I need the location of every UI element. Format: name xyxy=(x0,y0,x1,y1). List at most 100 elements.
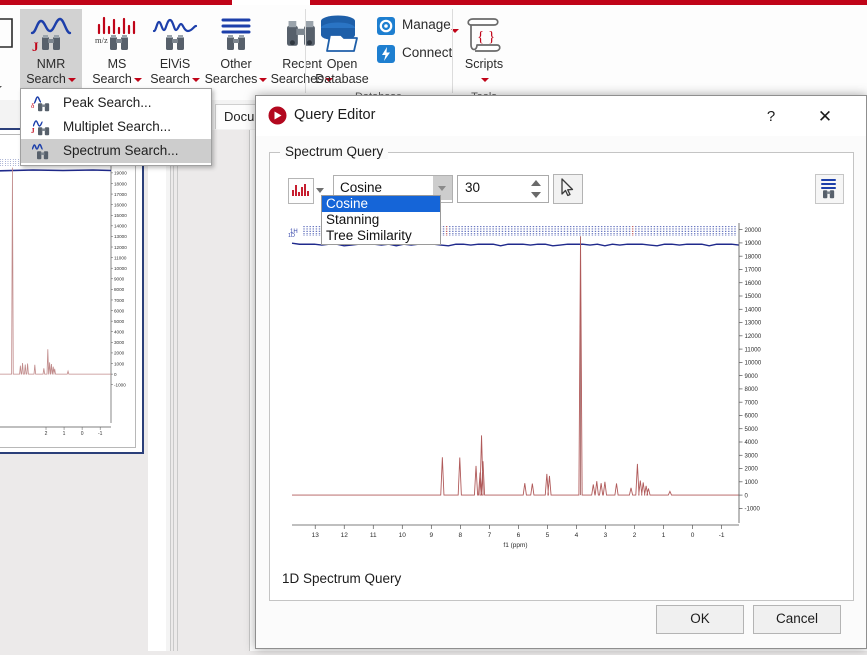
chevron-down-icon[interactable] xyxy=(67,77,76,82)
svg-text:16000: 16000 xyxy=(114,202,127,207)
svg-text:4000: 4000 xyxy=(745,440,759,446)
ribbon-button-manage[interactable]: Manage xyxy=(376,13,459,39)
svg-text:0: 0 xyxy=(691,532,695,539)
ribbon-button-open-database[interactable]: Open Database xyxy=(310,9,374,93)
workspace-divider-2 xyxy=(173,130,174,655)
ribbon-button-connect-label: Connect xyxy=(402,45,453,60)
svg-text:-1: -1 xyxy=(98,431,103,437)
spectrum-search-icon xyxy=(31,142,51,160)
svg-text:3: 3 xyxy=(604,532,608,539)
help-icon[interactable]: ? xyxy=(756,104,786,130)
y-axis-ticks: -1000 0 1000 2000 3000 4000 5000 6000 7000 8000 90… xyxy=(739,228,762,513)
svg-text:4000: 4000 xyxy=(114,330,125,335)
svg-text:17000: 17000 xyxy=(745,268,762,274)
workspace-divider-1 xyxy=(170,130,171,655)
sample-spectrum-trace xyxy=(291,236,740,496)
spectrum-type-icon[interactable] xyxy=(288,178,314,204)
spectrum-type-dropdown-arrow[interactable] xyxy=(316,188,324,193)
svg-text:J: J xyxy=(31,127,35,135)
svg-text:15000: 15000 xyxy=(114,213,127,218)
peak-search-icon: δ xyxy=(31,94,51,112)
dropdown-option-stanning[interactable]: Stanning xyxy=(322,212,440,228)
svg-text:-1: -1 xyxy=(719,532,725,539)
spectrum-chart[interactable]: 1D -1000 0 1000 2000 3000 4000 5000 6000 7000 800… xyxy=(284,215,839,560)
svg-text:1: 1 xyxy=(63,431,66,437)
ribbon-edge-caret[interactable] xyxy=(0,79,2,97)
spinner-down-icon[interactable] xyxy=(531,192,541,198)
cancel-button[interactable]: Cancel xyxy=(753,605,841,634)
svg-text:6000: 6000 xyxy=(745,414,759,420)
svg-text:12: 12 xyxy=(341,532,349,539)
dropdown-option-cosine[interactable]: Cosine xyxy=(322,196,440,212)
menu-item-peak-search[interactable]: δ Peak Search... xyxy=(21,91,211,115)
workspace-white-col-a xyxy=(148,130,166,655)
menu-item-spectrum-search-label: Spectrum Search... xyxy=(63,143,179,158)
workspace-divider-4 xyxy=(249,130,250,655)
svg-text:14000: 14000 xyxy=(745,307,762,313)
svg-text:13: 13 xyxy=(312,532,320,539)
ribbon-button-open-database-label: Open Database xyxy=(315,57,369,86)
svg-text:{ }: { } xyxy=(477,29,495,45)
svg-text:2000: 2000 xyxy=(114,351,125,356)
other-search-button[interactable] xyxy=(815,174,844,204)
svg-text:6: 6 xyxy=(517,532,521,539)
other-searches-icon xyxy=(821,179,836,199)
threshold-value: 30 xyxy=(465,180,481,195)
spinner-buttons[interactable] xyxy=(530,178,542,200)
bottom-edge xyxy=(0,651,867,655)
svg-text:12000: 12000 xyxy=(114,245,127,250)
ok-button[interactable]: OK xyxy=(656,605,744,634)
svg-text:11: 11 xyxy=(370,532,377,539)
other-searches-icon xyxy=(201,13,271,55)
spinner-up-icon[interactable] xyxy=(531,180,541,186)
database-open-icon xyxy=(310,13,374,55)
menu-item-spectrum-search[interactable]: Spectrum Search... xyxy=(21,139,211,163)
svg-text:J: J xyxy=(32,39,39,54)
multiplet-search-icon: J xyxy=(31,118,51,136)
ribbon-button-nmr-search-label: NMR Search xyxy=(16,57,86,87)
ribbon-group-search: J NMR Search m/z MS Search ElViS Search … xyxy=(18,5,334,100)
spectrum-chart-svg: 1D -100001000200030004000500060007000800… xyxy=(288,223,762,549)
app-window: -1000 0 1000 2000 3000 4000 5000 6000 7000 8000 90… xyxy=(0,0,867,655)
workspace-divider-3 xyxy=(177,130,178,655)
ribbon-button-connect[interactable]: Connect xyxy=(376,41,456,67)
svg-text:8: 8 xyxy=(459,532,463,539)
threshold-spinner[interactable]: 30 xyxy=(457,175,549,203)
svg-text:5000: 5000 xyxy=(745,427,759,433)
svg-text:1000: 1000 xyxy=(745,480,759,486)
chevron-down-icon[interactable] xyxy=(481,77,489,82)
similarity-function-value: Cosine xyxy=(340,180,383,195)
svg-text:15000: 15000 xyxy=(745,294,762,300)
trace-label-1h: 1H xyxy=(290,229,298,235)
cursor-tool-button[interactable] xyxy=(553,174,583,204)
svg-text:m/z: m/z xyxy=(95,35,108,45)
svg-text:14000: 14000 xyxy=(114,224,127,229)
svg-text:3000: 3000 xyxy=(114,340,125,345)
ribbon-edge-button[interactable]: le xyxy=(0,9,14,93)
close-icon[interactable]: ✕ xyxy=(809,102,841,132)
svg-text:10: 10 xyxy=(399,532,407,539)
dropdown-option-tree-similarity[interactable]: Tree Similarity xyxy=(322,228,440,244)
svg-text:8000: 8000 xyxy=(745,387,759,393)
svg-text:7: 7 xyxy=(488,532,492,539)
ribbon-button-scripts-label: Scripts xyxy=(449,57,519,87)
mnova-logo-icon xyxy=(268,106,287,125)
ribbon-button-nmr-search[interactable]: J NMR Search xyxy=(20,9,82,93)
svg-text:17000: 17000 xyxy=(114,192,127,197)
menu-item-peak-search-label: Peak Search... xyxy=(63,95,152,110)
query-footer-label: 1D Spectrum Query xyxy=(282,571,402,586)
elvis-search-icon xyxy=(144,13,206,55)
ribbon-button-scripts[interactable]: { } Scripts xyxy=(453,9,515,93)
ribbon-button-ms-search[interactable]: m/z MS Search xyxy=(86,9,148,93)
svg-text:9: 9 xyxy=(430,532,434,539)
svg-text:2: 2 xyxy=(45,431,48,437)
manage-gear-icon xyxy=(376,16,396,36)
dialog-titlebar[interactable]: Query Editor ? ✕ xyxy=(256,96,866,136)
background-spectrum-window[interactable]: -1000 0 1000 2000 3000 4000 5000 6000 7000 8000 90… xyxy=(0,128,144,454)
file-icon xyxy=(0,18,13,48)
svg-text:0: 0 xyxy=(745,493,749,499)
svg-text:5: 5 xyxy=(546,532,550,539)
menu-item-multiplet-search[interactable]: J Multiplet Search... xyxy=(21,115,211,139)
svg-text:13000: 13000 xyxy=(114,234,127,239)
ribbon-body: le J xyxy=(0,5,867,100)
